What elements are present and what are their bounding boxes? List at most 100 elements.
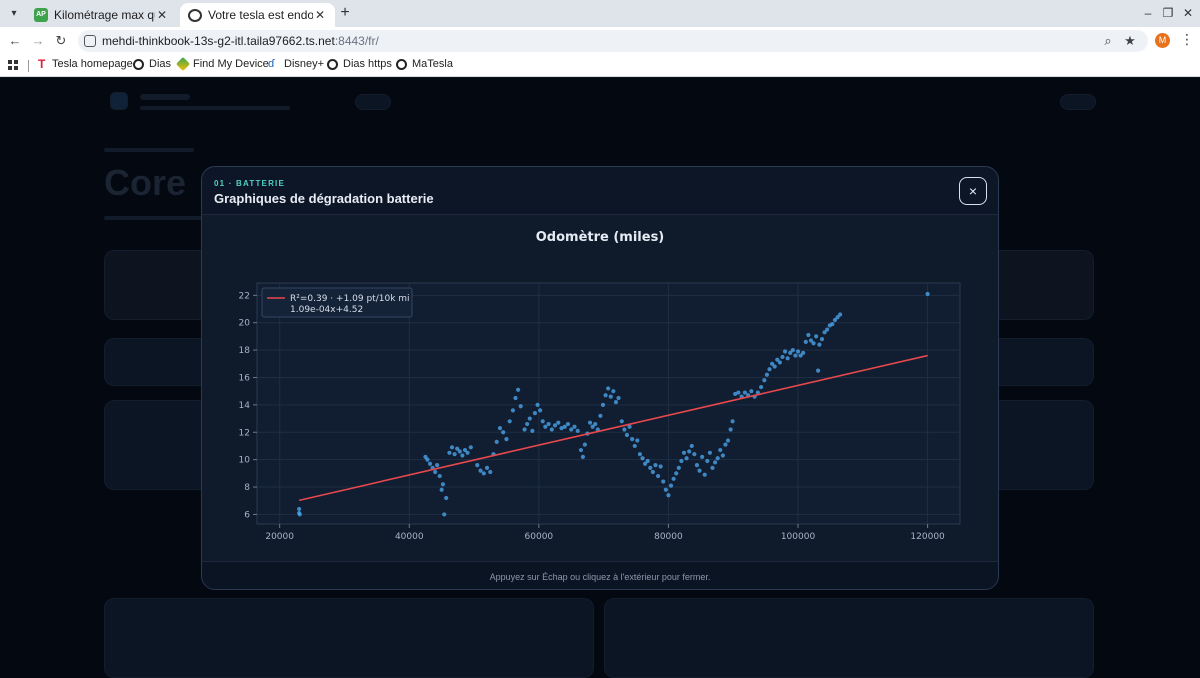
browser-toolbar: ← → ↻ mehdi-thinkbook-13s-g2-itl.taila97… — [0, 27, 1200, 55]
restore-icon[interactable]: ❐ — [1161, 6, 1175, 20]
data-point — [830, 321, 835, 327]
data-point — [658, 464, 663, 469]
close-button[interactable]: × — [959, 177, 987, 205]
disney-icon: ɗ — [268, 57, 275, 70]
y-tick-label: 22 — [239, 291, 250, 301]
data-point — [838, 312, 843, 317]
placeholder-line — [140, 106, 290, 110]
data-point — [575, 428, 580, 433]
data-point — [535, 402, 540, 407]
data-point — [611, 389, 616, 394]
minimize-icon[interactable]: – — [1141, 6, 1155, 20]
data-point — [582, 442, 587, 447]
battery-degradation-modal: 01 · BATTERIE Graphiques de dégradation … — [201, 166, 999, 590]
tab-search-chevron-icon[interactable]: ▾ — [6, 6, 22, 22]
bookmarks-bar: T Tesla homepage Dias Find My Device ɗ Dis… — [0, 55, 1200, 77]
modal-footer-hint: Appuyez sur Échap ou cliquez à l'extérie… — [202, 561, 998, 589]
data-point — [795, 349, 801, 354]
data-point — [297, 506, 302, 512]
data-point — [437, 473, 442, 479]
data-point — [679, 458, 684, 464]
data-point — [540, 419, 545, 424]
url-text[interactable]: mehdi-thinkbook-13s-g2-itl.taila97662.ts… — [102, 34, 379, 48]
globe-icon — [133, 58, 144, 70]
back-arrow-icon[interactable]: ← — [7, 33, 23, 49]
legend-line-1: R²=0.39 · +1.09 pt/10k mi — [290, 294, 410, 304]
bookmark-star-icon[interactable]: ★ — [1122, 33, 1138, 49]
modal-header: 01 · BATTERIE Graphiques de dégradation … — [202, 167, 998, 215]
data-point — [552, 423, 558, 428]
forward-arrow-icon[interactable]: → — [30, 33, 46, 49]
data-point — [653, 463, 658, 468]
new-tab-button[interactable]: + — [337, 5, 353, 21]
x-tick-label: 40000 — [395, 532, 424, 542]
close-window-icon[interactable]: ✕ — [1181, 6, 1195, 20]
bookmark-disney[interactable]: ɗ Disney+ — [268, 58, 324, 70]
modal-title: Graphiques de dégradation batterie — [214, 191, 434, 206]
close-tab-icon[interactable]: ✕ — [313, 8, 327, 22]
data-point — [527, 416, 532, 421]
odometer-scatter-chart: Odomètre (miles) 20000 40000 60000 80000 100… — [239, 230, 961, 542]
data-point — [762, 378, 767, 383]
data-point — [758, 384, 764, 390]
x-tick-label: 20000 — [265, 532, 294, 542]
zoom-icon[interactable]: ⌕ — [1100, 33, 1116, 49]
bookmark-matesla[interactable]: MaTesla — [396, 58, 453, 70]
data-point — [806, 332, 811, 338]
data-point — [668, 483, 674, 488]
data-point — [749, 389, 754, 394]
data-point — [780, 354, 785, 360]
data-point — [793, 353, 798, 358]
bookmark-tesla-homepage[interactable]: T Tesla homepage — [38, 58, 133, 71]
data-point — [785, 356, 790, 361]
tab-kilometrage[interactable]: AP Kilométrage max qu'ind ✕ — [26, 3, 177, 27]
data-point — [452, 452, 457, 457]
chart-title: Odomètre (miles) — [536, 230, 665, 245]
y-tick-label: 14 — [239, 401, 251, 411]
bookmark-find-my-device[interactable]: Find My Device — [175, 56, 269, 72]
data-point — [488, 469, 493, 475]
data-point — [507, 419, 512, 424]
data-point — [543, 424, 548, 429]
tab-votre-tesla[interactable]: Votre tesla est endormie ✕ — [180, 3, 335, 27]
data-point — [650, 469, 655, 475]
data-point — [565, 421, 571, 427]
data-point — [925, 291, 930, 297]
y-axis-ticks: 6 8 10 12 14 16 18 20 22 — [239, 291, 257, 520]
data-point — [478, 468, 483, 473]
background-heading: Core — [104, 162, 187, 203]
data-point — [440, 482, 446, 487]
bookmark-label: Dias — [149, 58, 172, 70]
data-point — [819, 337, 825, 342]
data-point — [790, 347, 795, 353]
find-my-device-icon — [175, 56, 191, 72]
bookmark-dias-https[interactable]: Dias https — [327, 58, 392, 70]
reload-icon[interactable]: ↻ — [53, 33, 69, 49]
globe-icon — [188, 8, 202, 22]
data-point — [803, 339, 808, 344]
data-point — [697, 468, 702, 473]
data-point — [556, 420, 561, 425]
y-tick-label: 20 — [239, 319, 251, 329]
close-tab-icon[interactable]: ✕ — [155, 8, 169, 22]
data-point — [772, 364, 777, 369]
x-tick-label: 60000 — [525, 532, 554, 542]
globe-icon — [396, 58, 407, 70]
data-point — [549, 427, 554, 432]
data-point — [439, 487, 444, 492]
apps-grid-icon[interactable] — [8, 60, 18, 70]
data-point — [444, 495, 449, 501]
background-card — [604, 598, 1094, 678]
data-point — [598, 413, 603, 418]
profile-avatar[interactable]: M — [1155, 33, 1170, 48]
data-point — [811, 341, 816, 346]
address-bar[interactable]: mehdi-thinkbook-13s-g2-itl.taila97662.ts… — [78, 30, 1148, 52]
tab-title: Kilométrage max qu'ind — [54, 8, 155, 22]
data-point — [530, 428, 535, 433]
x-tick-label: 100000 — [781, 532, 816, 542]
url-host: mehdi-thinkbook-13s-g2-itl.taila97662.ts… — [102, 34, 335, 48]
data-point — [661, 479, 666, 484]
browser-menu-icon[interactable]: ⋮ — [1180, 31, 1194, 48]
bookmark-dias[interactable]: Dias — [133, 58, 171, 70]
site-settings-icon[interactable] — [84, 35, 96, 47]
